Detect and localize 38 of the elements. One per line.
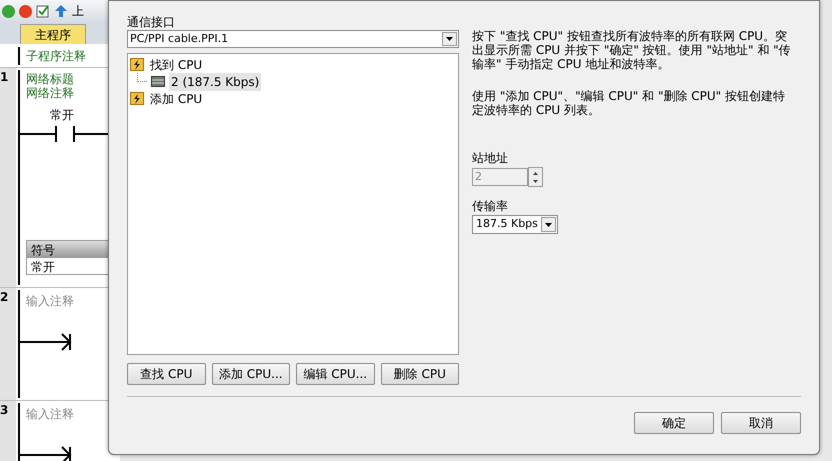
dropdown-arrow-icon <box>446 37 453 41</box>
stop-icon[interactable] <box>19 4 32 18</box>
dialog-button[interactable]: 删除 CPU <box>380 363 459 385</box>
network-number: 3 <box>0 403 8 417</box>
lightning-folder-icon <box>130 58 144 71</box>
program-tab[interactable]: 主程序 <box>20 24 86 44</box>
address-label: 站地址 <box>472 150 509 167</box>
dialog-button[interactable]: 确定 <box>634 412 714 434</box>
network-number: 1 <box>0 70 8 84</box>
dialog-button[interactable]: 查找 CPU <box>127 363 206 385</box>
help-text: 按下 "查找 CPU" 按钮查找所有波特率的所有联网 CPU。突出显示所需 CPU 并按下 "确定" 按钮。使用 "站地址" 和 "传输率" 手动指定 CPU 地址和波特率。 <box>472 29 792 71</box>
upload-label[interactable]: 上 <box>72 2 84 20</box>
rate-label: 传输率 <box>472 198 509 215</box>
network-title: 网络标题 <box>26 72 75 86</box>
tree-item[interactable]: 2 (187.5 Kbps) <box>169 72 262 90</box>
dialog-button[interactable]: 取消 <box>721 412 801 434</box>
dialog-button[interactable]: 添加 CPU... <box>212 363 290 385</box>
network-comment: 网络注释 <box>26 86 75 100</box>
interface-label: 通信接口 <box>127 15 176 30</box>
network-comment: 输入注释 <box>26 407 75 421</box>
check-document-icon[interactable] <box>36 4 50 18</box>
network-comment: 输入注释 <box>26 294 75 308</box>
run-icon[interactable] <box>2 4 15 18</box>
cpu-module-icon <box>151 76 165 87</box>
help-text: 使用 "添加 CPU"、"编辑 CPU" 和 "删除 CPU" 按钮创建特定波特率的 CPU 列表。 <box>472 89 786 117</box>
lightning-folder-icon <box>130 92 144 105</box>
tree-item[interactable]: 找到 CPU <box>148 56 204 74</box>
dialog-button[interactable]: 编辑 CPU... <box>296 363 374 385</box>
rate-dropdown[interactable]: 187.5 Kbps <box>472 215 558 234</box>
up-arrow-icon[interactable] <box>54 4 68 18</box>
tree-item[interactable]: 添加 CPU <box>148 90 204 108</box>
subroutine-comment: 子程序注释 <box>18 46 86 64</box>
tree-line <box>137 73 147 82</box>
contact-label: 常开 <box>50 107 75 124</box>
dropdown-arrow-icon <box>545 222 552 226</box>
interface-dropdown[interactable]: PC/PPI cable.PPI.1 <box>127 30 459 48</box>
network-number: 2 <box>0 290 8 304</box>
spin-buttons[interactable] <box>528 167 543 187</box>
